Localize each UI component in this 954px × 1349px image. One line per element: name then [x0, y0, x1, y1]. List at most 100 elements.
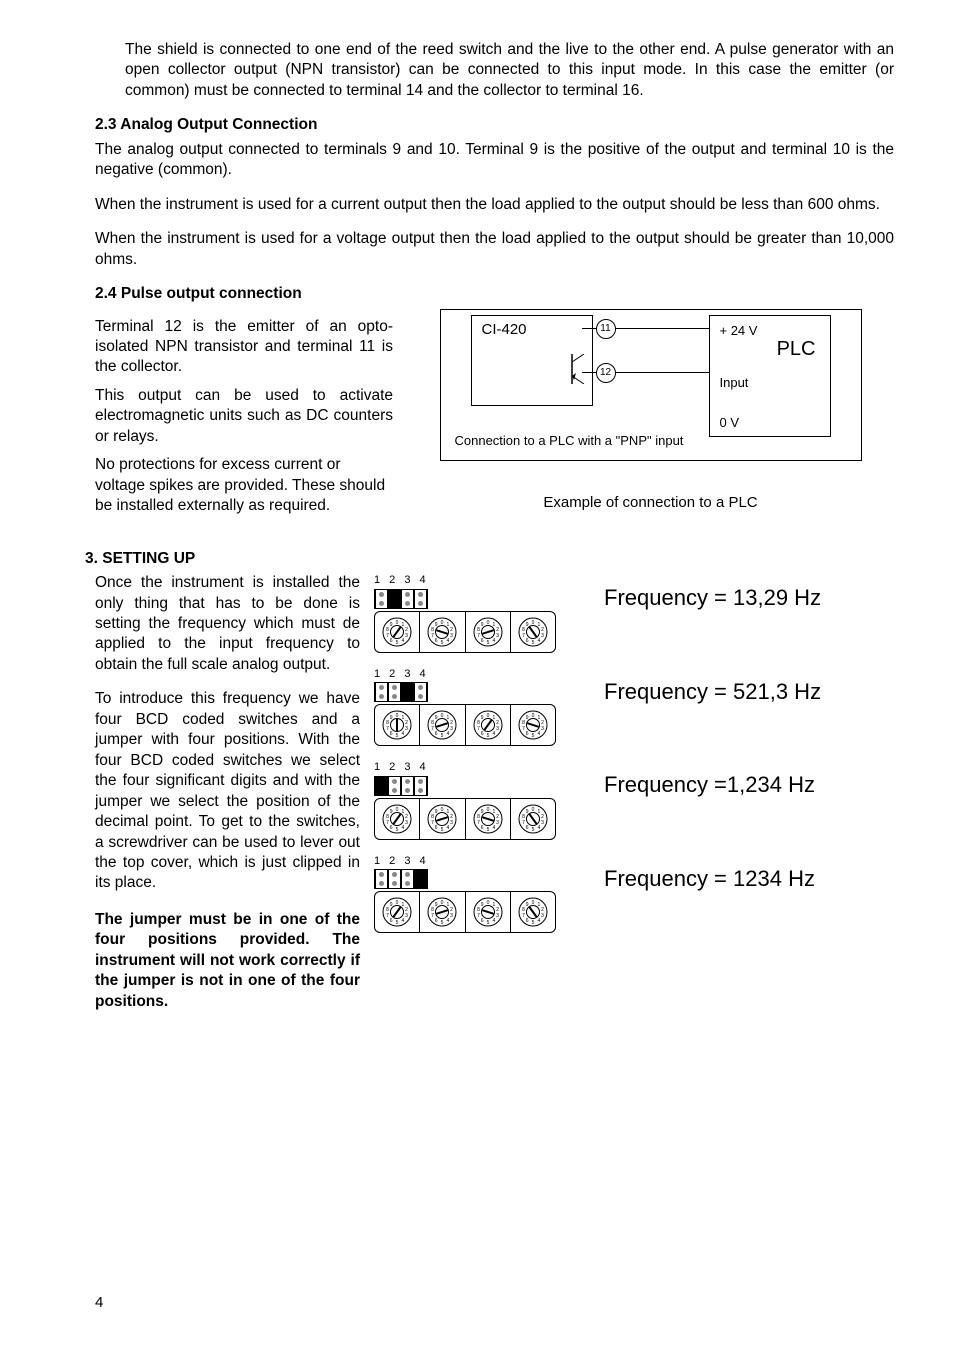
page-number: 4 — [95, 1293, 103, 1313]
plc-label: PLC — [777, 336, 816, 362]
dip-slot-2 — [389, 870, 400, 888]
dip-switch-4 — [374, 869, 428, 889]
dip-switch-1 — [374, 589, 428, 609]
svg-text:2: 2 — [405, 626, 408, 632]
svg-text:9: 9 — [390, 809, 393, 815]
dip-slot-3 — [402, 870, 413, 888]
svg-text:1: 1 — [447, 621, 450, 627]
svg-text:7: 7 — [386, 820, 389, 826]
svg-text:8: 8 — [477, 907, 480, 913]
svg-text:6: 6 — [526, 638, 529, 644]
svg-text:0: 0 — [441, 900, 444, 906]
svg-text:7: 7 — [431, 633, 434, 639]
svg-text:7: 7 — [386, 913, 389, 919]
transistor-icon — [570, 354, 586, 384]
plc-24v-label: + 24 V — [720, 322, 758, 339]
svg-text:7: 7 — [477, 913, 480, 919]
svg-text:8: 8 — [431, 814, 434, 820]
svg-text:2: 2 — [450, 720, 453, 726]
svg-text:9: 9 — [480, 902, 483, 908]
svg-text:4: 4 — [537, 638, 540, 644]
encoder-2-3: 0123456789 — [466, 705, 511, 745]
svg-text:2: 2 — [405, 720, 408, 726]
frequency-diagram-3: 1 2 3 4 0123456789 0123456789 0123456789… — [374, 760, 574, 840]
svg-text:7: 7 — [522, 820, 525, 826]
svg-text:1: 1 — [402, 715, 405, 721]
svg-text:8: 8 — [477, 626, 480, 632]
frequency-diagram-4: 1 2 3 4 0123456789 0123456789 0123456789… — [374, 854, 574, 934]
svg-text:2: 2 — [496, 814, 499, 820]
svg-text:3: 3 — [496, 913, 499, 919]
svg-text:9: 9 — [480, 715, 483, 721]
encoder-1-1: 0123456789 — [375, 612, 420, 652]
svg-text:5: 5 — [486, 920, 489, 926]
svg-text:8: 8 — [522, 814, 525, 820]
svg-text:3: 3 — [496, 726, 499, 732]
svg-text:4: 4 — [402, 731, 405, 737]
svg-text:0: 0 — [486, 713, 489, 719]
svg-text:3: 3 — [541, 820, 544, 826]
encoder-group-4: 0123456789 0123456789 0123456789 0123456… — [374, 891, 556, 933]
svg-text:9: 9 — [435, 621, 438, 627]
dip-slot-4 — [415, 590, 426, 608]
svg-text:0: 0 — [531, 620, 534, 626]
svg-text:1: 1 — [402, 902, 405, 908]
dip-slot-4 — [415, 683, 426, 701]
svg-text:2: 2 — [541, 814, 544, 820]
encoder-1-2: 0123456789 — [420, 612, 465, 652]
svg-text:3: 3 — [405, 726, 408, 732]
dip-slot-2 — [389, 590, 400, 608]
dip-slot-2 — [389, 777, 400, 795]
dip-slot-1 — [376, 590, 387, 608]
svg-text:8: 8 — [477, 720, 480, 726]
svg-text:1: 1 — [492, 902, 495, 908]
encoder-3-1: 0123456789 — [375, 799, 420, 839]
svg-text:9: 9 — [526, 809, 529, 815]
svg-text:4: 4 — [537, 731, 540, 737]
svg-text:3: 3 — [496, 633, 499, 639]
dip-slot-3 — [402, 590, 413, 608]
heading-2-3: 2.3 Analog Output Connection — [95, 115, 894, 135]
encoder-4-3: 0123456789 — [466, 892, 511, 932]
svg-text:0: 0 — [396, 900, 399, 906]
svg-text:8: 8 — [522, 626, 525, 632]
dip-slot-1 — [376, 683, 387, 701]
svg-text:3: 3 — [405, 633, 408, 639]
svg-text:3: 3 — [405, 820, 408, 826]
frequency-label-4: Frequency = 1234 Hz — [604, 854, 815, 893]
frequency-label-2: Frequency = 521,3 Hz — [604, 667, 821, 706]
encoder-group-1: 0123456789 0123456789 0123456789 0123456… — [374, 611, 556, 653]
svg-text:2: 2 — [541, 720, 544, 726]
svg-text:9: 9 — [435, 809, 438, 815]
svg-text:5: 5 — [396, 733, 399, 739]
svg-text:2: 2 — [450, 626, 453, 632]
svg-text:7: 7 — [522, 726, 525, 732]
svg-text:1: 1 — [492, 809, 495, 815]
svg-text:5: 5 — [441, 920, 444, 926]
svg-text:9: 9 — [390, 902, 393, 908]
encoder-group-2: 0123456789 0123456789 0123456789 0123456… — [374, 704, 556, 746]
dip-slot-3 — [402, 777, 413, 795]
encoder-4-2: 0123456789 — [420, 892, 465, 932]
frequency-example-1: 1 2 3 4 0123456789 0123456789 0123456789… — [374, 573, 894, 653]
svg-text:6: 6 — [526, 825, 529, 831]
svg-text:9: 9 — [480, 621, 483, 627]
encoder-2-4: 0123456789 — [511, 705, 555, 745]
svg-text:7: 7 — [477, 726, 480, 732]
encoder-3-2: 0123456789 — [420, 799, 465, 839]
svg-text:7: 7 — [477, 633, 480, 639]
svg-text:7: 7 — [522, 633, 525, 639]
dip-slot-1 — [376, 777, 387, 795]
svg-text:6: 6 — [526, 731, 529, 737]
frequency-example-3: 1 2 3 4 0123456789 0123456789 0123456789… — [374, 760, 894, 840]
svg-text:1: 1 — [402, 621, 405, 627]
svg-text:0: 0 — [486, 620, 489, 626]
svg-text:1: 1 — [492, 715, 495, 721]
encoder-4-1: 0123456789 — [375, 892, 420, 932]
diagram-caption: Connection to a PLC with a "PNP" input — [455, 432, 684, 449]
svg-text:9: 9 — [435, 902, 438, 908]
heading-2-4: 2.4 Pulse output connection — [95, 284, 894, 304]
svg-text:9: 9 — [390, 715, 393, 721]
svg-text:1: 1 — [537, 621, 540, 627]
dip-label-3: 1 2 3 4 — [374, 760, 574, 775]
